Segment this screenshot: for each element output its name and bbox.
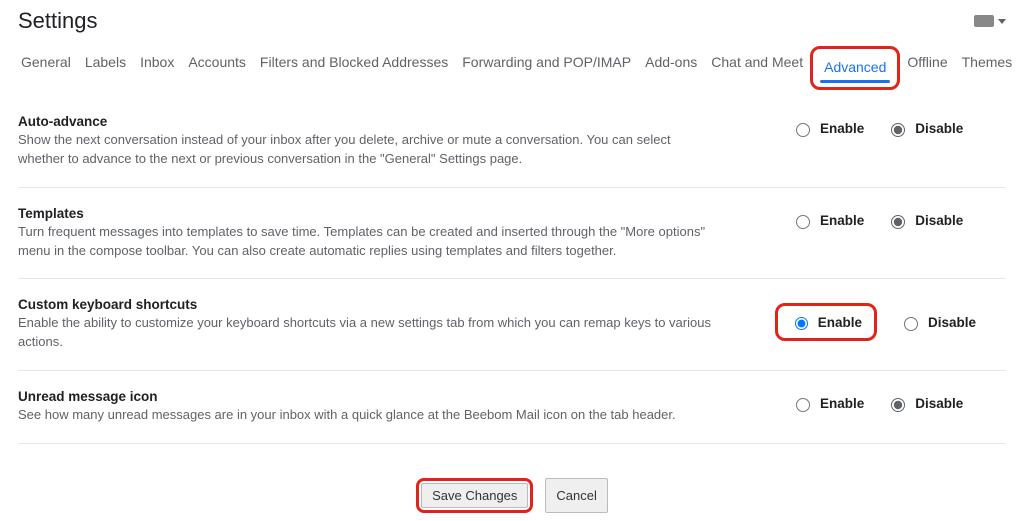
enable-option[interactable]: Enable [790,314,862,330]
disable-label: Disable [915,396,963,411]
tab-chat-and-meet[interactable]: Chat and Meet [704,46,810,90]
disable-label: Disable [928,315,976,330]
setting-row: Unread message icon See how many unread m… [18,371,1006,444]
disable-radio[interactable] [891,398,905,412]
account-chip-icon [974,15,994,27]
settings-list: Auto-advance Show the next conversation i… [0,90,1024,464]
disable-option[interactable]: Disable [886,120,963,137]
settings-tabs: GeneralLabelsInboxAccountsFilters and Bl… [0,46,1024,90]
enable-radio[interactable] [796,123,810,137]
setting-row: Auto-advance Show the next conversation i… [18,96,1006,188]
tab-highlight: Advanced [810,46,900,90]
enable-radio[interactable] [795,317,808,330]
setting-options: Enable Disable [775,297,1006,341]
setting-row: Templates Turn frequent messages into tem… [18,188,1006,280]
setting-description: Show the next conversation instead of yo… [18,131,718,169]
save-button-highlight: Save Changes [416,478,533,513]
chevron-down-icon [998,19,1006,24]
setting-text: Auto-advance Show the next conversation i… [18,114,718,169]
enable-radio[interactable] [796,398,810,412]
account-switcher[interactable] [974,15,1006,27]
setting-description: Enable the ability to customize your key… [18,314,718,352]
enable-radio[interactable] [796,215,810,229]
enable-label: Enable [820,396,864,411]
disable-radio[interactable] [891,215,905,229]
disable-radio[interactable] [891,123,905,137]
disable-option[interactable]: Disable [886,212,963,229]
enable-highlight: Enable [775,303,877,341]
disable-option[interactable]: Disable [886,395,963,412]
tab-labels[interactable]: Labels [78,46,133,90]
setting-title: Auto-advance [18,114,718,129]
cancel-button[interactable]: Cancel [545,478,607,513]
tab-filters-and-blocked-addresses[interactable]: Filters and Blocked Addresses [253,46,455,90]
tab-advanced[interactable]: Advanced [817,51,893,85]
tab-inbox[interactable]: Inbox [133,46,181,90]
enable-label: Enable [820,213,864,228]
disable-label: Disable [915,121,963,136]
disable-radio[interactable] [904,317,918,331]
setting-text: Templates Turn frequent messages into tem… [18,206,718,261]
tab-add-ons[interactable]: Add-ons [638,46,704,90]
setting-title: Templates [18,206,718,221]
tab-themes[interactable]: Themes [955,46,1020,90]
enable-label: Enable [818,315,862,330]
setting-options: Enable Disable [791,206,1006,229]
setting-options: Enable Disable [791,389,1006,412]
enable-option[interactable]: Enable [791,395,864,412]
tab-forwarding-and-pop-imap[interactable]: Forwarding and POP/IMAP [455,46,638,90]
enable-label: Enable [820,121,864,136]
setting-text: Unread message icon See how many unread m… [18,389,718,425]
footer-buttons: Save Changes Cancel [0,464,1024,521]
page-title: Settings [18,8,98,34]
tab-offline[interactable]: Offline [900,46,954,90]
setting-description: Turn frequent messages into templates to… [18,223,718,261]
disable-option[interactable]: Disable [899,314,976,331]
setting-description: See how many unread messages are in your… [18,406,718,425]
setting-row: Custom keyboard shortcuts Enable the abil… [18,279,1006,371]
setting-title: Unread message icon [18,389,718,404]
disable-label: Disable [915,213,963,228]
setting-title: Custom keyboard shortcuts [18,297,718,312]
tab-general[interactable]: General [14,46,78,90]
tab-accounts[interactable]: Accounts [181,46,253,90]
enable-option[interactable]: Enable [791,212,864,229]
setting-text: Custom keyboard shortcuts Enable the abil… [18,297,718,352]
save-button[interactable]: Save Changes [421,483,528,508]
setting-options: Enable Disable [791,114,1006,137]
enable-option[interactable]: Enable [791,120,864,137]
